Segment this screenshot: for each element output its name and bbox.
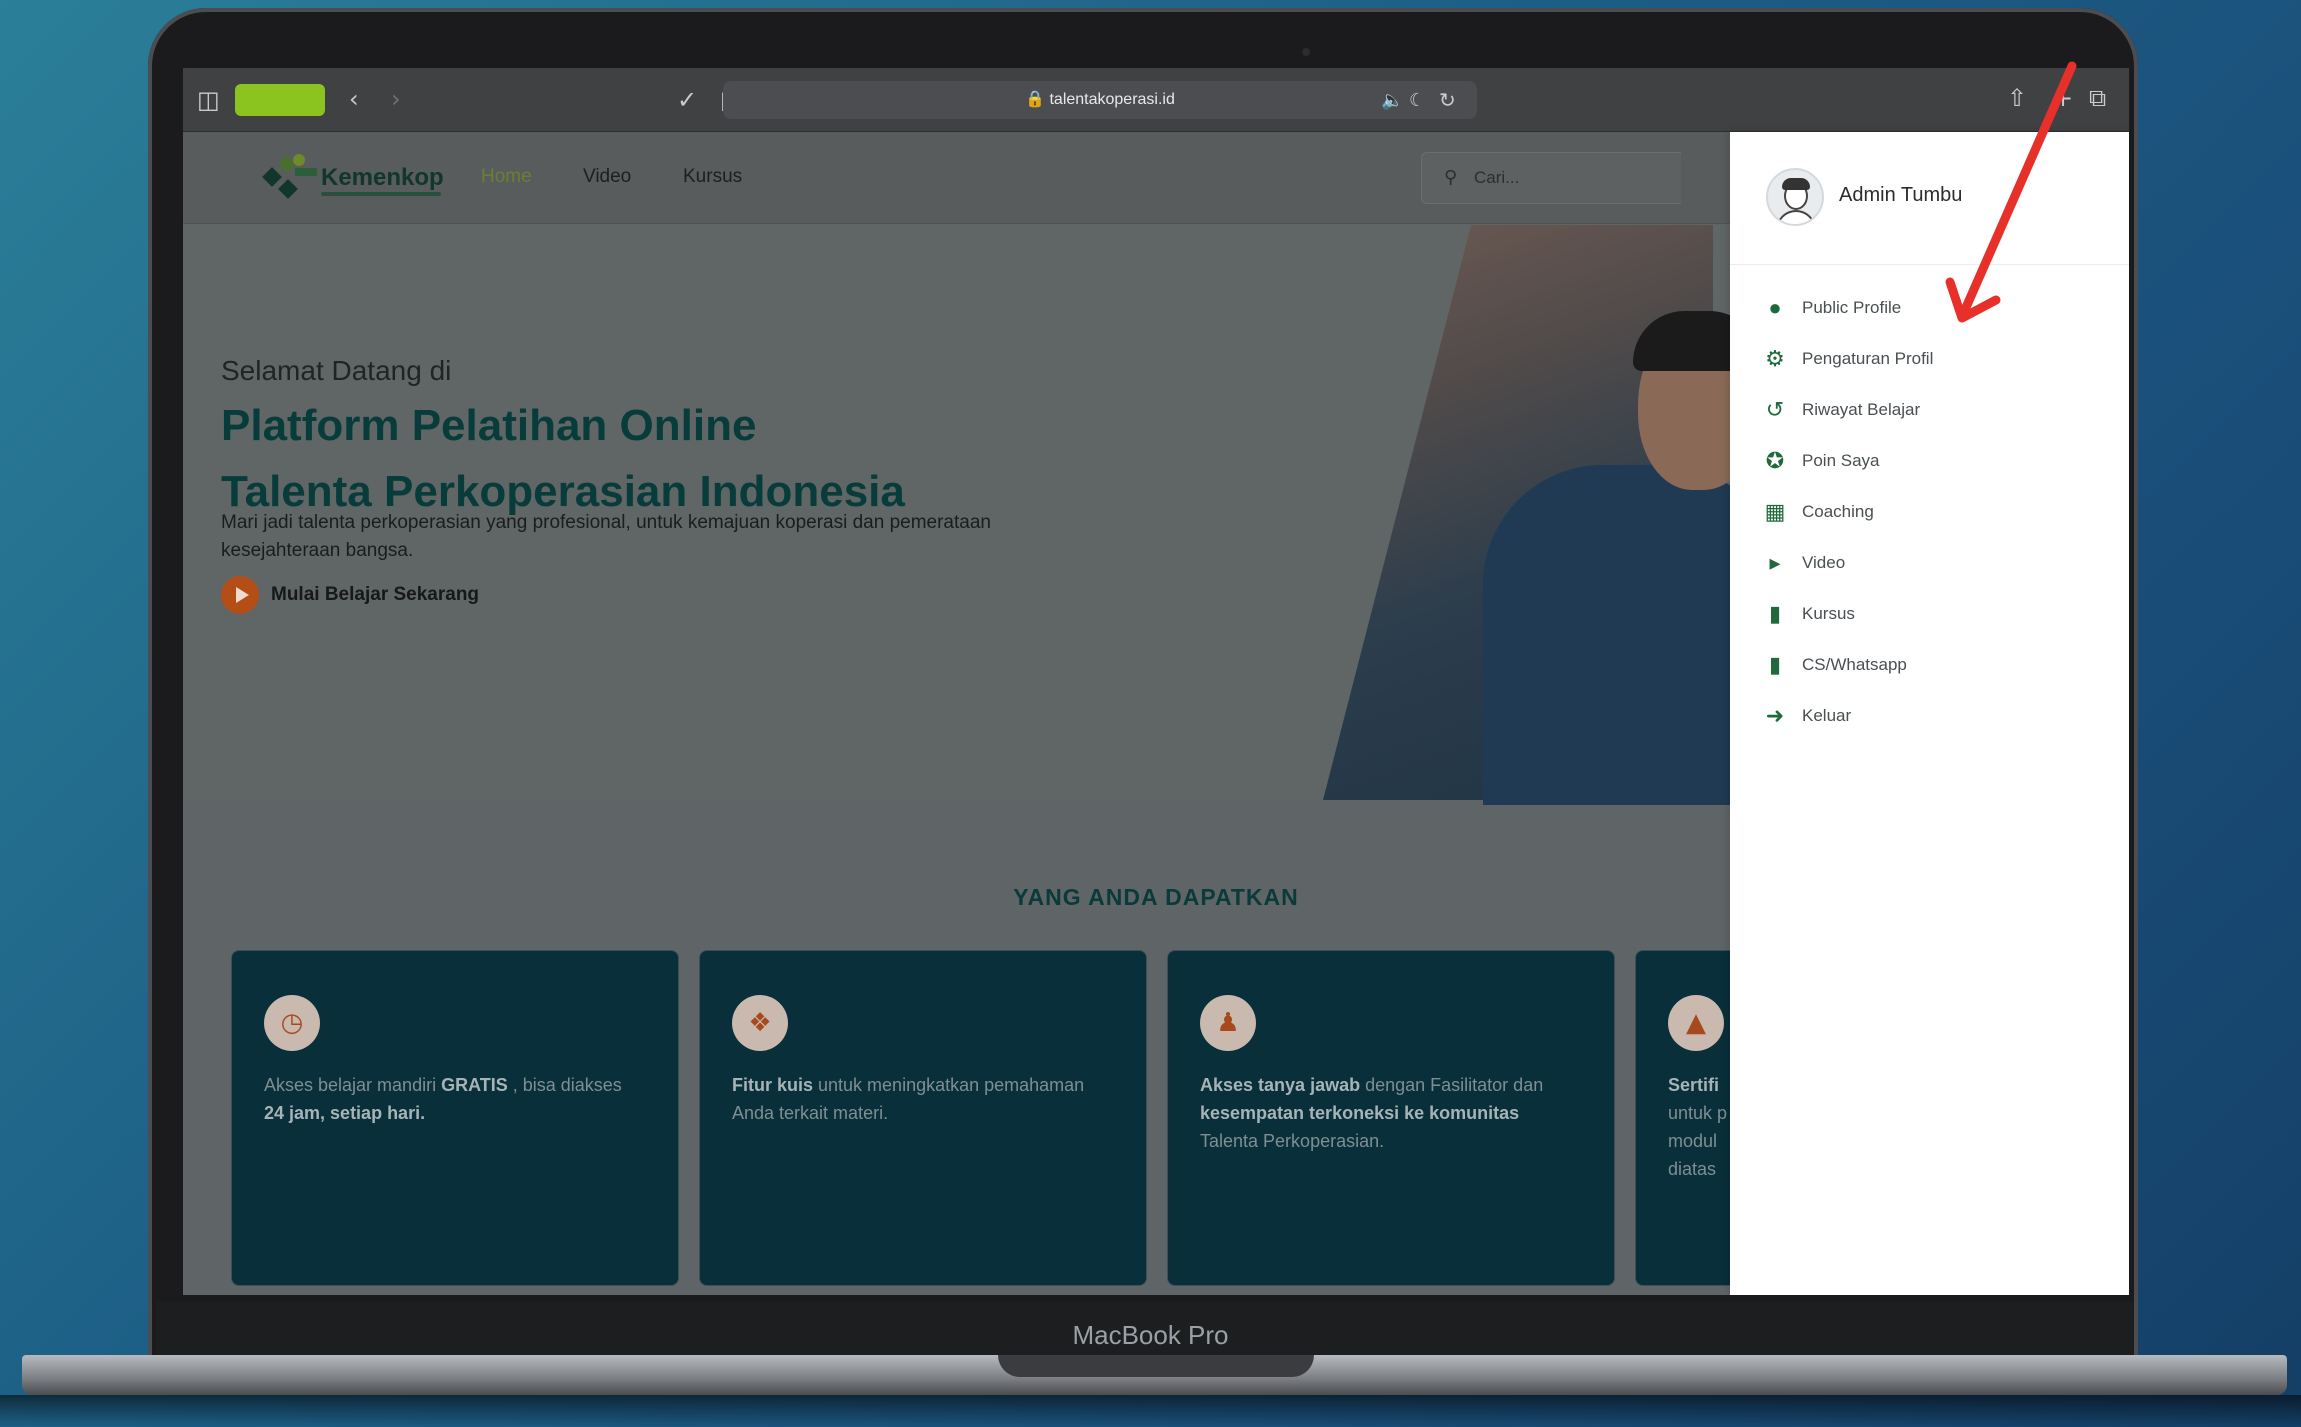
benefit-text: Akses belajar mandiri GRATIS , bisa diak… bbox=[264, 1075, 622, 1123]
checkmark-extension-icon[interactable]: ✓ bbox=[677, 88, 697, 112]
graduation-cap-icon: ▲ bbox=[1668, 995, 1724, 1051]
book-icon: ▮ bbox=[1768, 652, 1782, 677]
sidebar-toggle-icon[interactable]: ◫ bbox=[197, 88, 220, 112]
video-camera-icon: ▸ bbox=[1769, 550, 1781, 575]
benefit-text: Fitur kuis untuk meningkatkan pemahaman … bbox=[732, 1075, 1085, 1123]
laptop-shadow bbox=[0, 1395, 2301, 1427]
menu-item-pengaturan-profil[interactable]: ⚙ Pengaturan Profil bbox=[1762, 341, 1933, 377]
speaker-icon[interactable]: 🔈 bbox=[1381, 89, 1403, 113]
hero-kicker: Selamat Datang di bbox=[221, 355, 452, 386]
play-icon bbox=[221, 576, 259, 614]
device-brand-label: MacBook Pro bbox=[1072, 1320, 1229, 1350]
benefit-card: ◷ Akses belajar mandiri GRATIS , bisa di… bbox=[231, 950, 679, 1286]
reload-icon[interactable]: ↻ bbox=[1439, 88, 1456, 112]
clock-icon: ◷ bbox=[264, 995, 320, 1051]
browser-toolbar: ◫ ‹ › ✓ ▣ ☰ 🔒 talentakoperasi.id 🔈 ☾ ↻ ⇧… bbox=[183, 68, 2129, 132]
menu-item-video[interactable]: ▸ Video bbox=[1762, 545, 1845, 581]
tabs-overview-icon[interactable]: ⧉ bbox=[2089, 86, 2106, 110]
gear-icon: ⚙ bbox=[1765, 346, 1785, 371]
address-bar[interactable]: 🔒 talentakoperasi.id 🔈 ☾ ↻ bbox=[723, 81, 1477, 119]
url-value: talentakoperasi.id bbox=[1049, 91, 1175, 108]
hero-description: Mari jadi talenta perkoperasian yang pro… bbox=[221, 512, 991, 561]
book-icon: ▮ bbox=[1768, 601, 1782, 626]
logo-text: Kemenkop bbox=[321, 164, 444, 191]
menu-item-coaching[interactable]: ▦ Coaching bbox=[1762, 494, 1874, 530]
user-icon: ● bbox=[1768, 295, 1782, 320]
lock-icon: 🔒 bbox=[1025, 91, 1046, 108]
nav-home[interactable]: Home bbox=[481, 166, 532, 188]
search-box[interactable]: ⚲ bbox=[1421, 152, 1681, 204]
menu-item-kursus[interactable]: ▮ Kursus bbox=[1762, 596, 1855, 632]
kemenkop-logo[interactable]: Kemenkop bbox=[259, 150, 444, 210]
avatar[interactable] bbox=[1766, 168, 1824, 226]
start-learning-label: Mulai Belajar Sekarang bbox=[271, 584, 480, 605]
laptop-screen: ◫ ‹ › ✓ ▣ ☰ 🔒 talentakoperasi.id 🔈 ☾ ↻ ⇧… bbox=[183, 68, 2129, 1295]
url-text: 🔒 talentakoperasi.id bbox=[723, 89, 1477, 109]
user-menu-panel: Admin Tumbu ● Public Profile ⚙ Pengatura… bbox=[1730, 132, 2129, 1295]
translate-icon[interactable]: ☾ bbox=[1409, 89, 1425, 113]
forward-icon[interactable]: › bbox=[391, 87, 401, 111]
benefit-card: ❖ Fitur kuis untuk meningkatkan pemahama… bbox=[699, 950, 1147, 1286]
logo-subtitle bbox=[321, 192, 441, 196]
user-name: Admin Tumbu bbox=[1839, 184, 1963, 206]
back-icon[interactable]: ‹ bbox=[349, 87, 359, 111]
menu-item-riwayat-belajar[interactable]: ↺ Riwayat Belajar bbox=[1762, 392, 1920, 428]
menu-item-poin-saya[interactable]: ✪ Poin Saya bbox=[1762, 443, 1880, 479]
laptop-notch bbox=[998, 1355, 1314, 1377]
users-icon: ♟ bbox=[1200, 995, 1256, 1051]
menu-item-cs-whatsapp[interactable]: ▮ CS/Whatsapp bbox=[1762, 647, 1907, 683]
menu-item-keluar[interactable]: ➜ Keluar bbox=[1762, 698, 1851, 734]
history-icon: ↺ bbox=[1765, 397, 1785, 422]
search-input[interactable] bbox=[1474, 165, 1664, 191]
menu-item-public-profile[interactable]: ● Public Profile bbox=[1762, 290, 1901, 326]
award-icon: ❖ bbox=[732, 995, 788, 1051]
nav-kursus[interactable]: Kursus bbox=[683, 166, 742, 188]
benefit-text: Akses tanya jawab dengan Fasilitator dan… bbox=[1200, 1075, 1544, 1151]
user-menu-header: Admin Tumbu bbox=[1730, 132, 2129, 265]
tab-group-pill[interactable] bbox=[235, 84, 325, 116]
benefit-card: ♟ Akses tanya jawab dengan Fasilitator d… bbox=[1167, 950, 1615, 1286]
hero-title-line1: Platform Pelatihan Online bbox=[221, 401, 757, 450]
start-learning-button[interactable]: Mulai Belajar Sekarang bbox=[221, 575, 479, 615]
star-badge-icon: ✪ bbox=[1765, 448, 1785, 473]
new-tab-icon[interactable]: + bbox=[2053, 86, 2073, 110]
logo-mark-icon bbox=[262, 154, 317, 199]
calendar-icon: ▦ bbox=[1764, 499, 1786, 524]
share-icon[interactable]: ⇧ bbox=[2007, 86, 2027, 110]
nav-video[interactable]: Video bbox=[583, 166, 631, 188]
logout-icon: ➜ bbox=[1765, 703, 1785, 728]
camera bbox=[1302, 48, 1310, 56]
search-icon: ⚲ bbox=[1444, 167, 1458, 188]
